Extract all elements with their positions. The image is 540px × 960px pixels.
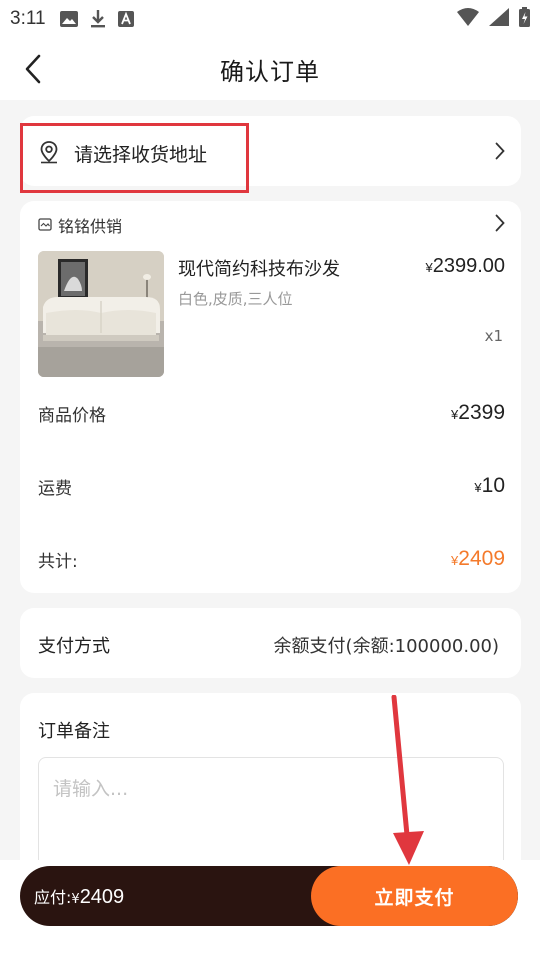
currency-symbol: ¥ (474, 480, 482, 495)
checkout-bar: 应付:¥2409 立即支付 (20, 866, 518, 926)
image-icon (59, 11, 78, 27)
summary-value: ¥2409 (451, 547, 505, 571)
address-placeholder: 请选择收货地址 (74, 144, 208, 166)
chevron-right-icon (495, 214, 505, 236)
product-name: 现代简约科技布沙发 (178, 259, 340, 280)
payment-value: 余额支付(余额:100000.00) (273, 636, 499, 657)
product-price: ¥2399.00 (425, 255, 505, 278)
payable-label: 应付: (34, 888, 72, 907)
nav-bar: 确认订单 (0, 38, 540, 100)
summary-label: 运费 (38, 478, 72, 499)
summary-label: 商品价格 (38, 405, 106, 426)
payable-amount: 应付:¥2409 (34, 884, 124, 909)
product-price-value: 2399.00 (432, 255, 505, 277)
shop-row[interactable]: 铭铭供销 (38, 213, 505, 237)
order-card: 铭铭供销 现代简约科技布沙发 白色,皮质,三人位 ¥2399.00 x1 商品价… (20, 201, 521, 593)
bottom-bar: 应付:¥2409 立即支付 (0, 860, 540, 960)
store-icon (38, 216, 52, 235)
summary-row-goods: 商品价格 ¥2399 (38, 398, 505, 428)
status-time: 3:11 (10, 8, 46, 29)
download-icon (90, 10, 106, 28)
currency-symbol: ¥ (425, 260, 433, 275)
summary-label: 共计: (38, 551, 78, 572)
status-bar: 3:11 (0, 0, 540, 38)
payment-label: 支付方式 (38, 636, 110, 657)
summary-row-total: 共计: ¥2409 (38, 544, 505, 574)
chevron-right-icon (495, 142, 505, 164)
summary-value: ¥2399 (451, 401, 505, 425)
summary-value: ¥10 (474, 474, 505, 498)
product-image[interactable] (38, 251, 164, 377)
address-selector[interactable]: 请选择收货地址 (20, 116, 521, 186)
remark-label: 订单备注 (38, 721, 110, 742)
page-title: 确认订单 (220, 57, 320, 86)
currency-symbol: ¥ (71, 892, 80, 907)
pay-now-button[interactable]: 立即支付 (311, 866, 518, 926)
location-pin-icon (38, 140, 60, 168)
summary-row-shipping: 运费 ¥10 (38, 471, 505, 501)
goods-price-value: 2399 (458, 401, 505, 424)
total-value: 2409 (458, 547, 505, 570)
shipping-fee-value: 10 (481, 474, 505, 497)
product-quantity: x1 (484, 327, 503, 345)
back-button[interactable] (18, 52, 48, 86)
wifi-icon (457, 7, 479, 31)
chevron-left-icon (25, 54, 41, 84)
shop-name: 铭铭供销 (58, 217, 123, 236)
font-a-icon (117, 11, 134, 27)
signal-icon (489, 7, 509, 31)
product-spec: 白色,皮质,三人位 (178, 290, 293, 308)
battery-charging-icon (519, 6, 530, 32)
payment-method-row[interactable]: 支付方式 余额支付(余额:100000.00) (20, 608, 521, 678)
payable-value: 2409 (79, 886, 125, 908)
